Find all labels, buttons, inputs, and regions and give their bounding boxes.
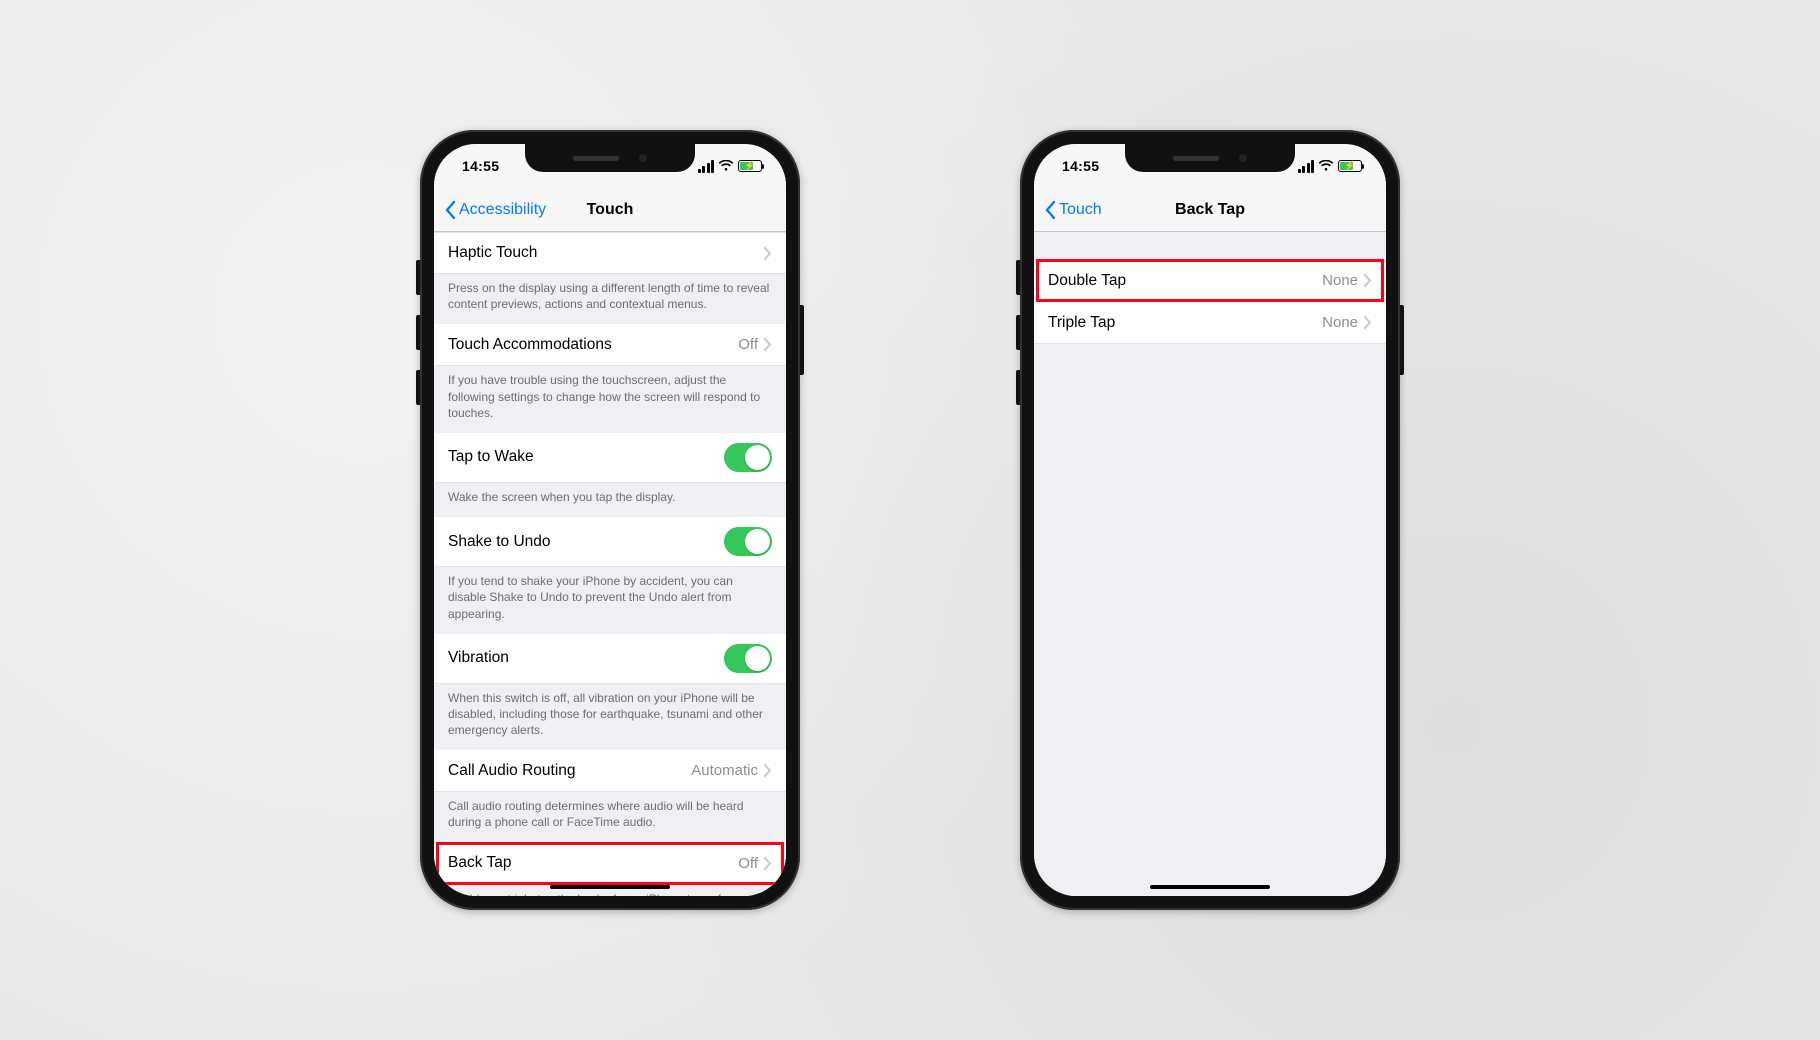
call-audio-routing-row[interactable]: Call Audio Routing Automatic — [434, 750, 786, 792]
row-footer: Call audio routing determines where audi… — [434, 792, 786, 842]
chevron-right-icon — [764, 338, 772, 351]
status-time: 14:55 — [1062, 158, 1099, 174]
notch — [1125, 144, 1295, 172]
row-label: Vibration — [448, 649, 509, 667]
status-time: 14:55 — [462, 158, 499, 174]
chevron-left-icon — [444, 200, 456, 220]
row-label: Shake to Undo — [448, 533, 551, 551]
nav-bar: Accessibility Touch — [434, 188, 786, 232]
row-label: Touch Accommodations — [448, 336, 612, 354]
battery-icon: ⚡ — [738, 160, 762, 172]
back-tap-row[interactable]: Back Tap Off — [434, 843, 786, 885]
shake-to-undo-row[interactable]: Shake to Undo — [434, 517, 786, 567]
tap-to-wake-row[interactable]: Tap to Wake — [434, 433, 786, 483]
battery-icon: ⚡ — [1338, 160, 1362, 172]
row-value: None — [1322, 272, 1358, 289]
row-label: Haptic Touch — [448, 244, 537, 262]
back-label: Touch — [1059, 201, 1102, 219]
double-tap-row[interactable]: Double Tap None — [1034, 260, 1386, 302]
cellular-icon — [698, 160, 715, 173]
back-button[interactable]: Accessibility — [444, 200, 546, 220]
settings-content[interactable]: Haptic Touch Press on the display using … — [434, 232, 786, 896]
chevron-right-icon — [1364, 274, 1372, 287]
row-value: Off — [738, 336, 758, 353]
phone-screen: 14:55 ⚡ Accessibility Touch Haptic — [434, 144, 786, 896]
phone-mockup-touch-settings: 14:55 ⚡ Accessibility Touch Haptic — [420, 130, 800, 910]
cellular-icon — [1298, 160, 1315, 173]
row-footer: Wake the screen when you tap the display… — [434, 483, 786, 517]
row-footer: If you have trouble using the touchscree… — [434, 366, 786, 433]
notch — [525, 144, 695, 172]
row-label: Double Tap — [1048, 272, 1126, 290]
chevron-right-icon — [764, 764, 772, 777]
row-footer: Press on the display using a different l… — [434, 274, 786, 324]
wifi-icon — [1318, 160, 1334, 172]
row-label: Call Audio Routing — [448, 762, 576, 780]
chevron-left-icon — [1044, 200, 1056, 220]
row-value: Off — [738, 855, 758, 872]
chevron-right-icon — [764, 247, 772, 260]
tap-to-wake-switch[interactable] — [724, 443, 772, 472]
wifi-icon — [718, 160, 734, 172]
row-label: Tap to Wake — [448, 448, 534, 466]
home-indicator[interactable] — [550, 885, 670, 890]
row-footer: When this switch is off, all vibration o… — [434, 684, 786, 751]
row-label: Triple Tap — [1048, 314, 1115, 332]
touch-accommodations-row[interactable]: Touch Accommodations Off — [434, 324, 786, 366]
row-footer: If you tend to shake your iPhone by acci… — [434, 567, 786, 634]
phone-screen: 14:55 ⚡ Touch Back Tap — [1034, 144, 1386, 896]
nav-bar: Touch Back Tap — [1034, 188, 1386, 232]
vibration-switch[interactable] — [724, 644, 772, 673]
row-value: Automatic — [691, 762, 758, 779]
vibration-row[interactable]: Vibration — [434, 634, 786, 684]
row-label: Back Tap — [448, 854, 511, 872]
back-label: Accessibility — [459, 201, 546, 219]
settings-content[interactable]: Double Tap None Triple Tap None — [1034, 232, 1386, 896]
nav-title: Touch — [587, 201, 634, 219]
phone-mockup-back-tap: 14:55 ⚡ Touch Back Tap — [1020, 130, 1400, 910]
shake-to-undo-switch[interactable] — [724, 527, 772, 556]
home-indicator[interactable] — [1150, 885, 1270, 890]
back-button[interactable]: Touch — [1044, 200, 1102, 220]
nav-title: Back Tap — [1175, 201, 1245, 219]
chevron-right-icon — [764, 857, 772, 870]
triple-tap-row[interactable]: Triple Tap None — [1034, 302, 1386, 344]
chevron-right-icon — [1364, 316, 1372, 329]
haptic-touch-row[interactable]: Haptic Touch — [434, 232, 786, 274]
row-value: None — [1322, 314, 1358, 331]
